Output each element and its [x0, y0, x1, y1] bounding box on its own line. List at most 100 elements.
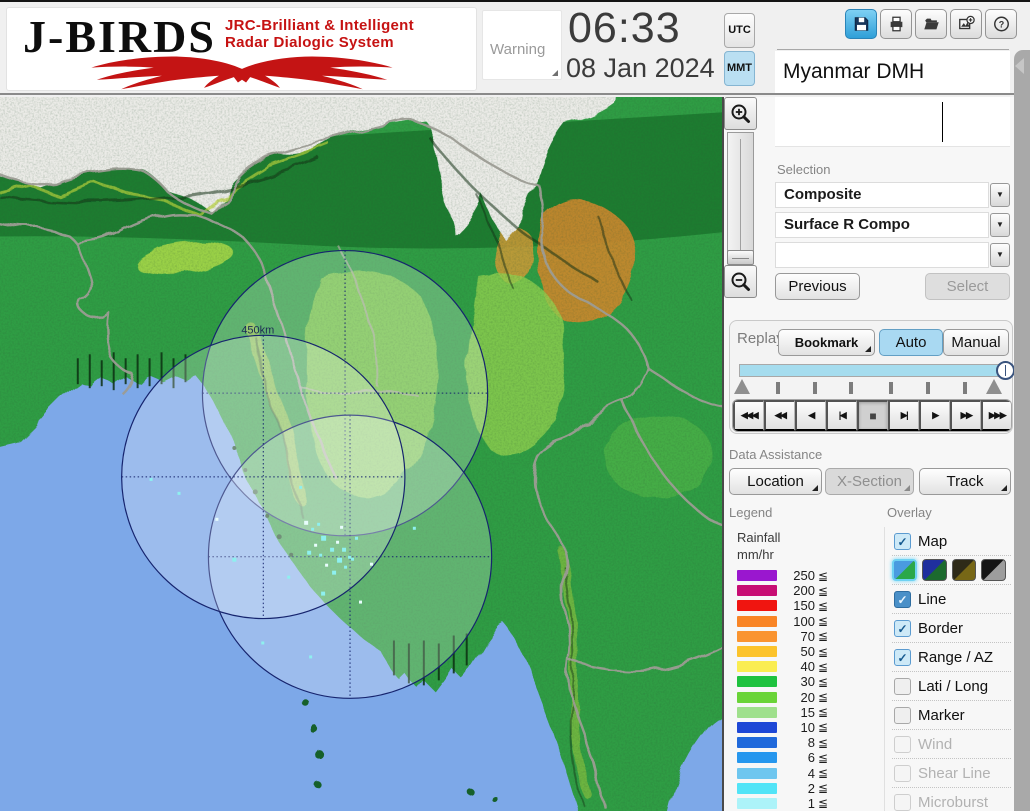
- stop-button[interactable]: ■: [857, 400, 888, 431]
- border-checkbox[interactable]: ✓: [894, 619, 911, 637]
- radar-echo: [351, 557, 355, 561]
- legend-lte-symbol: ≦: [818, 750, 829, 765]
- jump-end-button[interactable]: ▶▶▶: [981, 400, 1011, 431]
- legend-lte-symbol: ≦: [818, 781, 829, 796]
- x-section-button[interactable]: X-Section: [825, 468, 914, 495]
- bookmark-button[interactable]: Bookmark: [778, 329, 875, 356]
- line-checkbox[interactable]: ✓: [894, 590, 911, 608]
- range-start-marker[interactable]: [734, 379, 750, 394]
- save-button[interactable]: [845, 9, 877, 39]
- radar-map[interactable]: 450km: [0, 82, 728, 811]
- legend-row: 30 ≦: [737, 674, 849, 689]
- legend-value: 40: [800, 659, 815, 675]
- legend-lte-symbol: ≦: [818, 796, 829, 811]
- legend-color-swatch: [737, 585, 777, 597]
- map-style-dark-olive[interactable]: [951, 559, 977, 581]
- open-folder-button[interactable]: [915, 9, 947, 39]
- zoom-slider-track[interactable]: [727, 132, 754, 260]
- range-end-marker[interactable]: [986, 379, 1002, 394]
- step-back-button[interactable]: |◀: [826, 400, 857, 431]
- radar-echo: [348, 555, 352, 559]
- utc-button[interactable]: UTC: [724, 13, 755, 48]
- legend-color-swatch: [737, 737, 777, 749]
- product-dropdown-arrow-icon[interactable]: ▼: [990, 213, 1010, 237]
- legend-row: 8 ≦: [737, 735, 849, 750]
- radar-echo: [325, 563, 329, 567]
- legend-row: 50 ≦: [737, 644, 849, 659]
- previous-button[interactable]: Previous: [775, 273, 860, 300]
- map-style-blue-green[interactable]: [892, 559, 917, 581]
- auto-button[interactable]: Auto: [879, 329, 943, 356]
- corner-triangle-icon: [1001, 485, 1007, 491]
- product-text-field[interactable]: [775, 97, 1010, 147]
- print-button[interactable]: [880, 9, 912, 39]
- map-style-navy-green[interactable]: [921, 559, 947, 581]
- track-button[interactable]: Track: [919, 468, 1011, 495]
- option-dropdown[interactable]: [775, 242, 989, 268]
- jbirds-window: J-BIRDS JRC-Brilliant & Intelligent Rada…: [0, 0, 1030, 811]
- legend-color-swatch: [737, 600, 777, 612]
- timeline-tick: [776, 382, 780, 394]
- zoom-slider-handle[interactable]: [727, 250, 754, 265]
- legend-color-swatch: [737, 646, 777, 658]
- location-button[interactable]: Location: [729, 468, 822, 495]
- corner-triangle-icon: [552, 70, 558, 76]
- radar-echo: [319, 553, 323, 557]
- manual-button[interactable]: Manual: [943, 329, 1009, 356]
- replay-progress-track[interactable]: [739, 364, 1006, 377]
- bookmark-label: Bookmark: [794, 335, 859, 350]
- lati-long-checkbox[interactable]: [894, 677, 911, 695]
- corner-triangle-icon: [812, 485, 818, 491]
- overlay-row-lati-long: Lati / Long: [892, 672, 1011, 701]
- category-dropdown[interactable]: Composite: [775, 182, 989, 208]
- collapse-arrow-icon: [1015, 58, 1024, 74]
- legend-value: 15: [800, 704, 815, 720]
- radar-echo: [314, 543, 318, 547]
- zoom-out-button[interactable]: [724, 265, 757, 298]
- range-az-checkbox[interactable]: ✓: [894, 648, 911, 666]
- panel-collapse-strip[interactable]: [1014, 50, 1030, 811]
- clock-date: 08 Jan 2024: [566, 53, 715, 83]
- overlay-row-wind: Wind: [892, 730, 1011, 759]
- map-checkbox[interactable]: ✓: [894, 532, 911, 550]
- radar-echo: [317, 522, 321, 526]
- map-style-black-gray[interactable]: [981, 559, 1007, 581]
- jump-start-button[interactable]: ◀◀◀: [733, 400, 764, 431]
- help-icon: ?: [993, 16, 1009, 32]
- play-button[interactable]: ▶: [919, 400, 950, 431]
- overlay-label: Overlay: [887, 505, 932, 520]
- marker-checkbox[interactable]: [894, 706, 911, 724]
- overlay-row-map: ✓ Map: [892, 527, 1011, 556]
- mmt-button[interactable]: MMT: [724, 51, 755, 86]
- step-forward-button[interactable]: ▶|: [888, 400, 919, 431]
- text-caret: [942, 102, 943, 142]
- fast-forward-button[interactable]: ▶▶: [950, 400, 981, 431]
- overlay-row-range-az: ✓ Range / AZ: [892, 643, 1011, 672]
- map-style-swatches: [892, 556, 1011, 585]
- wind-label: Wind: [918, 735, 953, 753]
- fast-rewind-button[interactable]: ◀◀: [764, 400, 795, 431]
- radar-echo: [215, 517, 219, 521]
- zoom-in-button[interactable]: [724, 97, 757, 130]
- play-reverse-button[interactable]: ◀: [795, 400, 826, 431]
- zoom-out-icon: [731, 272, 750, 291]
- option-dropdown-arrow-icon[interactable]: ▼: [990, 243, 1010, 267]
- help-button[interactable]: ?: [985, 9, 1017, 39]
- legend-lte-symbol: ≦: [818, 674, 829, 689]
- range-distance-label: 450km: [241, 324, 274, 336]
- panel-divider: [884, 527, 885, 811]
- range-az-label: Range / AZ: [918, 648, 994, 666]
- legend-color-swatch: [737, 570, 777, 582]
- product-dropdown[interactable]: Surface R Compo: [775, 212, 989, 238]
- warning-button[interactable]: Warning: [482, 10, 562, 80]
- shear-line-checkbox: [894, 764, 911, 782]
- legend-value: 50: [800, 644, 815, 660]
- category-dropdown-arrow-icon[interactable]: ▼: [990, 183, 1010, 207]
- logo-subtitle-line2: Radar Dialogic System: [225, 34, 394, 51]
- select-button[interactable]: Select: [925, 273, 1010, 300]
- radar-echo: [359, 600, 362, 604]
- radar-echo: [261, 641, 265, 645]
- add-image-button[interactable]: [950, 9, 982, 39]
- legend-value: 100: [793, 613, 815, 629]
- replay-progress-handle[interactable]: [996, 361, 1014, 380]
